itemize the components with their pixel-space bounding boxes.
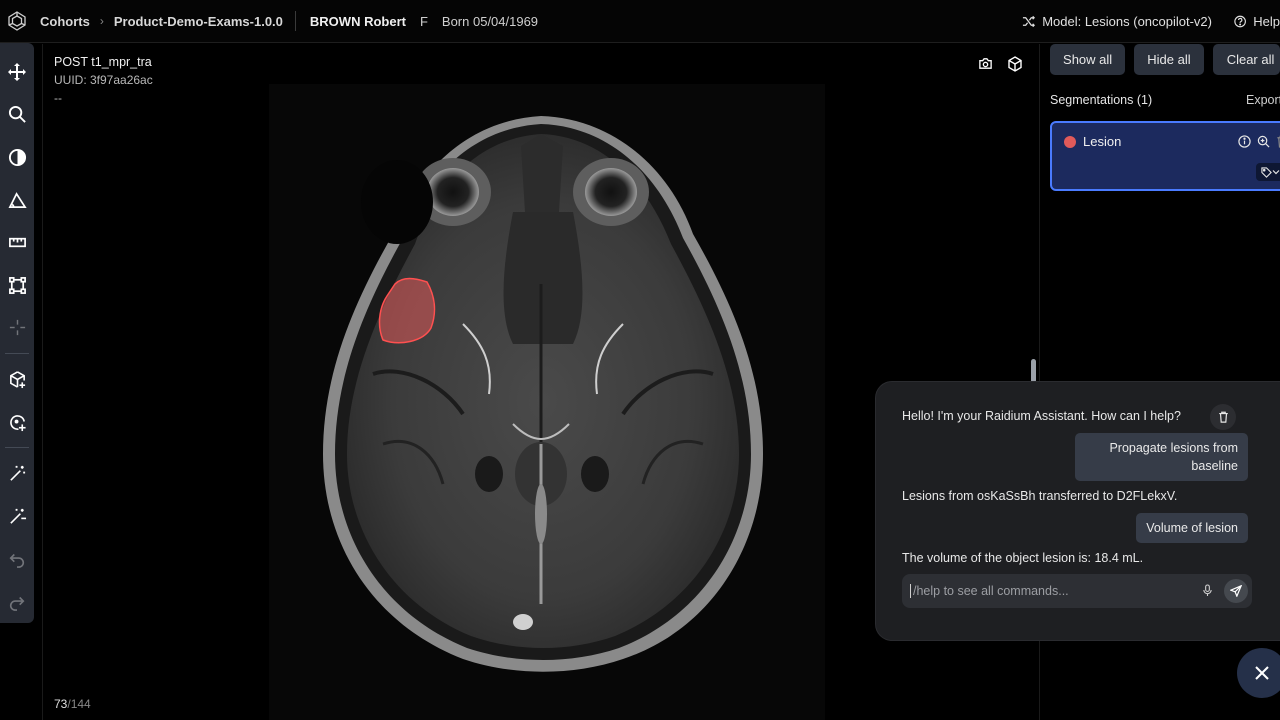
tag-icon bbox=[1261, 166, 1272, 178]
angle-icon bbox=[8, 191, 27, 208]
patient-birthdate: Born 05/04/1969 bbox=[441, 13, 539, 29]
redo-button[interactable] bbox=[0, 580, 34, 623]
ruler-tool-button[interactable] bbox=[0, 221, 34, 264]
slice-total: /144 bbox=[67, 697, 91, 711]
trash-icon bbox=[1277, 135, 1280, 148]
undo-button[interactable] bbox=[0, 538, 34, 581]
model-selector[interactable]: Model: Lesions (oncopilot-v2) bbox=[1022, 14, 1212, 29]
camera-icon bbox=[979, 58, 992, 69]
user-message-line: Propagate lesions from bbox=[1109, 441, 1238, 455]
chevron-right-icon: › bbox=[99, 14, 104, 28]
hide-all-button[interactable]: Hide all bbox=[1134, 44, 1204, 75]
3d-cube-icon bbox=[1008, 56, 1022, 72]
3d-cube-add-icon bbox=[9, 371, 25, 389]
segment-info-button[interactable] bbox=[1238, 135, 1251, 153]
toolbar-divider bbox=[5, 353, 29, 355]
slice-current: 73 bbox=[54, 697, 68, 711]
screenshot-button[interactable] bbox=[978, 56, 993, 77]
series-info: POST t1_mpr_tra UUID: 3f97aa26ac -- bbox=[54, 53, 153, 107]
slice-scrollbar[interactable] bbox=[1031, 359, 1036, 383]
slice-counter: 73/144 bbox=[54, 697, 91, 711]
help-button[interactable]: Help bbox=[1234, 14, 1280, 29]
series-name: POST t1_mpr_tra bbox=[54, 55, 152, 69]
move-icon bbox=[8, 63, 26, 82]
trash-icon bbox=[1218, 411, 1228, 423]
segmentations-title: Segmentations (1) bbox=[1050, 93, 1153, 107]
angle-tool-button[interactable] bbox=[0, 179, 34, 222]
export-button[interactable]: Export bbox=[1240, 93, 1280, 107]
tool-sidebar bbox=[0, 43, 34, 623]
bounding-box-tool-button[interactable] bbox=[0, 264, 34, 307]
help-label: Help bbox=[1253, 14, 1280, 29]
chat-input[interactable] bbox=[910, 584, 1190, 598]
top-bar: Cohorts › Product-Demo-Exams-1.0.0 BROWN… bbox=[0, 0, 1280, 43]
microphone-icon bbox=[1203, 584, 1212, 596]
series-extra: -- bbox=[54, 91, 62, 105]
microphone-button[interactable] bbox=[1202, 584, 1213, 602]
magic-wand-remove-icon bbox=[9, 508, 26, 524]
contrast-tool-button[interactable] bbox=[0, 136, 34, 179]
assistant-message: The volume of the object lesion is: 18.4… bbox=[902, 551, 1144, 565]
viewport-actions bbox=[978, 56, 1023, 77]
show-all-button[interactable]: Show all bbox=[1050, 44, 1126, 75]
breadcrumb-exam[interactable]: Product-Demo-Exams-1.0.0 bbox=[114, 14, 283, 29]
bounding-box-icon bbox=[8, 276, 26, 294]
zoom-icon bbox=[8, 106, 26, 124]
send-button[interactable] bbox=[1224, 579, 1248, 603]
ruler-icon bbox=[8, 238, 26, 248]
send-icon bbox=[1230, 585, 1242, 597]
undo-icon bbox=[9, 553, 25, 568]
clear-all-button[interactable]: Clear all bbox=[1212, 44, 1280, 75]
chat-input-bar bbox=[902, 574, 1252, 608]
clear-chat-button[interactable] bbox=[1210, 404, 1236, 430]
patient-sex: F bbox=[419, 13, 428, 29]
shuffle-icon bbox=[1023, 15, 1036, 28]
contrast-icon bbox=[8, 148, 26, 167]
segment-color-swatch[interactable] bbox=[1064, 136, 1076, 148]
3d-view-button[interactable] bbox=[1007, 56, 1023, 77]
magic-wand-button[interactable] bbox=[0, 452, 34, 495]
segment-label: Lesion bbox=[1083, 134, 1122, 149]
model-label: Model: Lesions (oncopilot-v2) bbox=[1042, 14, 1212, 29]
assistant-chat-panel: Hello! I'm your Raidium Assistant. How c… bbox=[876, 382, 1280, 640]
app-logo-icon[interactable] bbox=[0, 10, 34, 32]
segment-zoom-button[interactable] bbox=[1257, 135, 1270, 153]
patient-name: BROWN Robert bbox=[309, 13, 406, 29]
user-message: Propagate lesions from baseline bbox=[1075, 433, 1248, 481]
divider bbox=[294, 11, 296, 31]
assistant-greeting: Hello! I'm your Raidium Assistant. How c… bbox=[902, 409, 1181, 423]
add-3d-segment-button[interactable] bbox=[0, 358, 34, 401]
crosshair-tool-button[interactable] bbox=[0, 307, 34, 350]
crosshair-icon bbox=[9, 320, 25, 336]
chevron-down-icon bbox=[1272, 170, 1280, 175]
zoom-tool-button[interactable] bbox=[0, 94, 34, 137]
add-segment-button[interactable] bbox=[0, 401, 34, 444]
close-assistant-button[interactable] bbox=[1237, 648, 1280, 698]
info-icon bbox=[1238, 135, 1251, 148]
segment-delete-button[interactable] bbox=[1276, 135, 1280, 153]
help-circle-icon bbox=[1234, 15, 1246, 28]
magic-wand-remove-button[interactable] bbox=[0, 495, 34, 538]
export-label: Export bbox=[1246, 93, 1280, 107]
segment-item-lesion[interactable]: Lesion bbox=[1050, 121, 1280, 191]
zoom-in-icon bbox=[1257, 135, 1270, 148]
series-uuid: UUID: 3f97aa26ac bbox=[54, 73, 153, 87]
user-message-line: baseline bbox=[1191, 459, 1238, 473]
assistant-message: Lesions from osKaSsBh transferred to D2F… bbox=[902, 489, 1178, 503]
redo-icon bbox=[9, 596, 25, 611]
close-icon bbox=[1255, 666, 1269, 680]
segment-add-icon bbox=[9, 414, 26, 431]
magic-wand-icon bbox=[9, 466, 25, 481]
toolbar-divider bbox=[5, 447, 29, 449]
user-message: Volume of lesion bbox=[1136, 513, 1248, 543]
segment-tag-dropdown[interactable] bbox=[1256, 163, 1280, 181]
move-tool-button[interactable] bbox=[0, 51, 34, 94]
breadcrumb-cohorts[interactable]: Cohorts bbox=[40, 14, 90, 29]
